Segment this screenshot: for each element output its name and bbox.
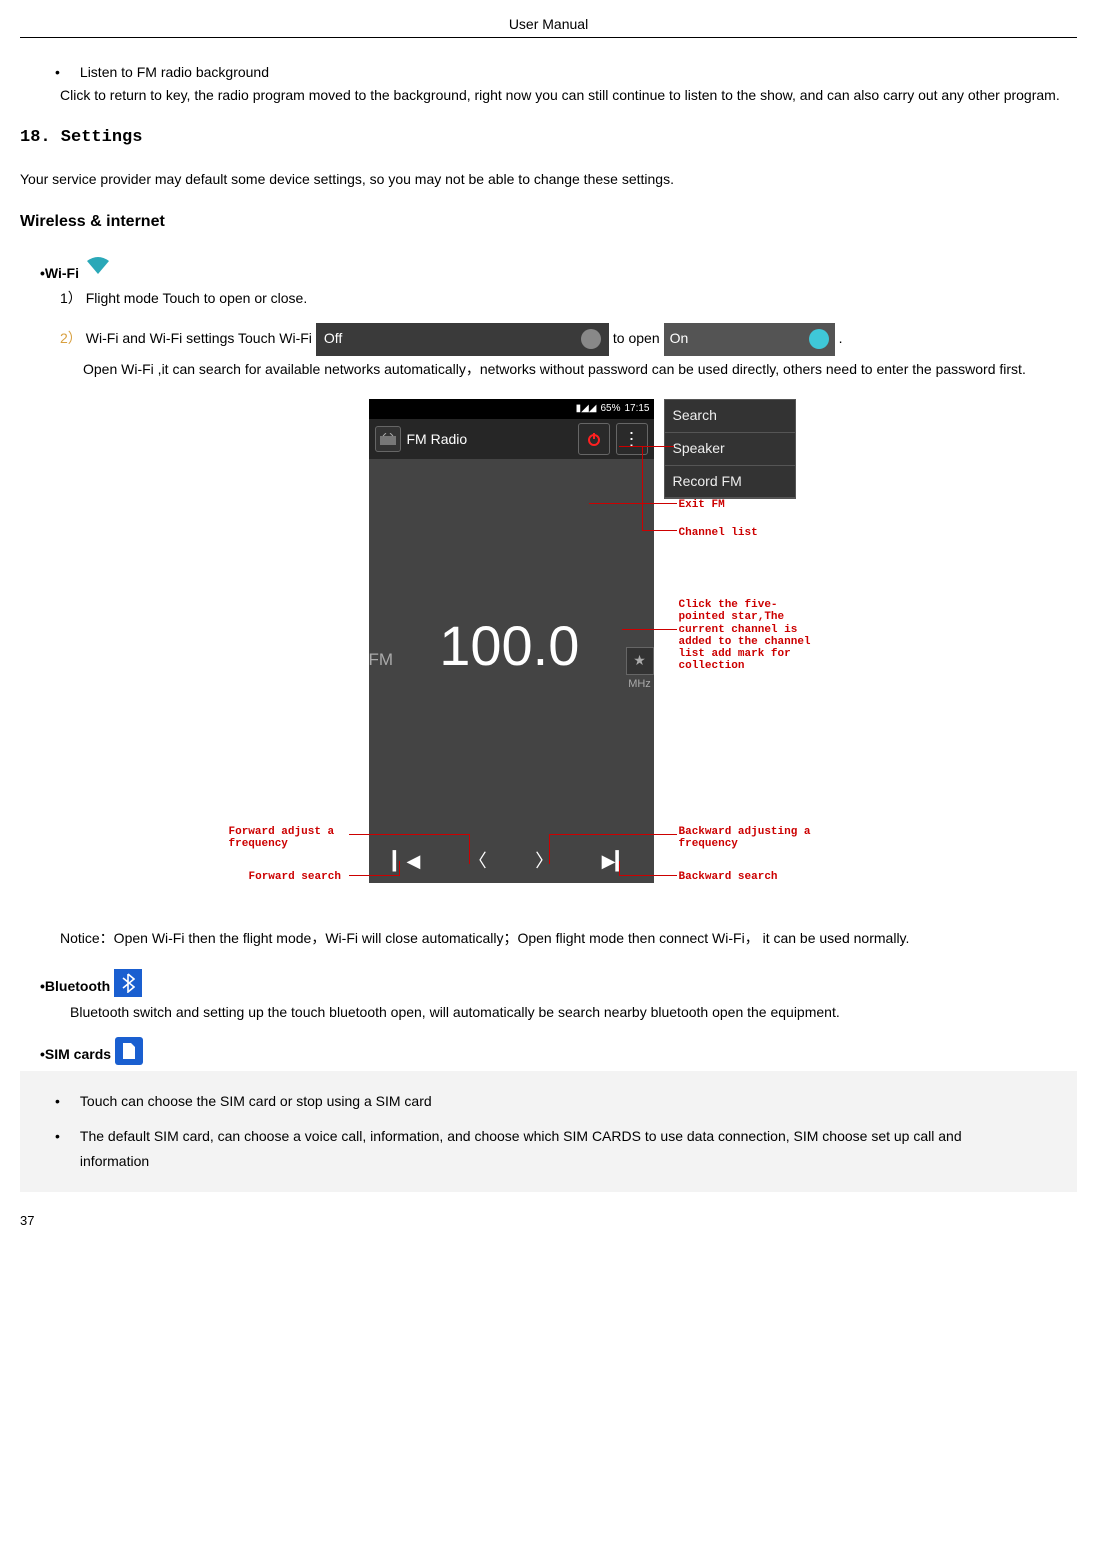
sim-row: •SIM cards: [40, 1037, 1077, 1065]
ann-bwd-adj: Backward adjusting a frequency: [679, 826, 839, 850]
toggle-on-label: On: [670, 329, 689, 349]
sim-bullets: • Touch can choose the SIM card or stop …: [20, 1071, 1077, 1193]
item1-text: Flight mode Touch to open or close.: [86, 290, 308, 306]
prev-search-button[interactable]: ▎◀: [393, 849, 421, 874]
frequency: 100.0: [393, 607, 625, 685]
wireless-heading: Wireless & internet: [20, 211, 1077, 233]
bluetooth-row: •Bluetooth: [40, 969, 1077, 997]
item2-num: 2）: [60, 329, 82, 349]
menu-item-speaker[interactable]: Speaker: [665, 433, 795, 466]
freq-area: FM 100.0 ★ MHz: [369, 459, 654, 839]
sim-b1-text: Touch can choose the SIM card or stop us…: [80, 1089, 432, 1114]
app-title: FM Radio: [407, 430, 572, 450]
menu-item-search[interactable]: Search: [665, 400, 795, 433]
menu-item-record[interactable]: Record FM: [665, 466, 795, 499]
sim-b2-text: The default SIM card, can choose a voice…: [80, 1124, 1020, 1174]
fm-bg-bullet: • Listen to FM radio background: [55, 63, 1077, 83]
phone-frame: ▮◢◢ 65% 17:15 FM Radio ⋮ FM 100.0 ★ MHz: [369, 399, 654, 883]
ann-chlist: Channel list: [679, 527, 758, 539]
item2-end: .: [839, 329, 843, 349]
bullet-dot: •: [55, 1089, 60, 1114]
sim-bullet-2: • The default SIM card, can choose a voi…: [55, 1124, 1077, 1174]
wifi-icon: [79, 252, 113, 284]
ann-fwd-adj: Forward adjust a frequency: [229, 826, 349, 850]
menu-button[interactable]: ⋮: [616, 423, 648, 455]
next-search-button[interactable]: ▶▎: [602, 849, 630, 874]
nav-bar: ▎◀ 〈 〉 ▶▎: [369, 839, 654, 883]
ann-exit: Exit FM: [679, 499, 725, 511]
mhz-label: MHz: [628, 677, 651, 692]
wifi-toggle-on[interactable]: On: [664, 323, 835, 356]
bluetooth-icon: [114, 969, 142, 997]
menu-popup: Search Speaker Record FM: [664, 399, 796, 499]
item2-pre: Wi-Fi and Wi-Fi settings Touch Wi-Fi: [86, 329, 312, 349]
prev-freq-button[interactable]: 〈: [469, 849, 487, 874]
ann-star: Click the five-pointed star,The current …: [679, 599, 824, 672]
fm-bg-desc: Click to return to key, the radio progra…: [60, 86, 1077, 106]
wifi-label: •Wi-Fi: [40, 264, 79, 284]
settings-heading: 18. Settings: [20, 126, 1077, 150]
wifi-row: •Wi-Fi: [40, 252, 1077, 284]
fm-radio-diagram: ▮◢◢ 65% 17:15 FM Radio ⋮ FM 100.0 ★ MHz: [189, 399, 909, 909]
item2-body: Open Wi-Fi ,it can search for available …: [83, 360, 1077, 380]
fm-bg-label: Listen to FM radio background: [80, 63, 269, 83]
wifi-settings-item: 2） Wi-Fi and Wi-Fi settings Touch Wi-Fi …: [60, 323, 1077, 356]
header-title: User Manual: [509, 16, 588, 32]
fm-label: FM: [369, 648, 394, 672]
sim-bullet-1: • Touch can choose the SIM card or stop …: [55, 1089, 1077, 1114]
bullet-dot: •: [55, 1124, 60, 1174]
sim-label: •SIM cards: [40, 1045, 111, 1065]
wifi-notice: Notice：Open Wi-Fi then the flight mode，W…: [60, 929, 1077, 949]
settings-intro: Your service provider may default some d…: [20, 170, 1077, 190]
status-bar: ▮◢◢ 65% 17:15: [369, 399, 654, 419]
wifi-toggle-off[interactable]: Off: [316, 323, 609, 356]
app-bar: FM Radio ⋮: [369, 419, 654, 459]
bluetooth-body: Bluetooth switch and setting up the touc…: [70, 1003, 1077, 1023]
next-freq-button[interactable]: 〉: [535, 849, 553, 874]
clock: 17:15: [624, 402, 649, 416]
sim-icon: [115, 1037, 143, 1065]
favorite-star-button[interactable]: ★: [626, 647, 654, 675]
item1-num: 1）: [60, 290, 82, 306]
fm-app-icon: [375, 426, 401, 452]
bullet-dot: •: [55, 63, 60, 83]
item2-mid: to open: [613, 329, 660, 349]
toggle-off-label: Off: [324, 329, 342, 349]
header: User Manual: [20, 15, 1077, 38]
signal-icon: ▮◢◢: [576, 402, 597, 416]
bluetooth-label: •Bluetooth: [40, 977, 110, 997]
battery-pct: 65%: [600, 402, 620, 416]
flight-mode-item: 1） Flight mode Touch to open or close.: [60, 289, 1077, 309]
ann-fwd-search: Forward search: [249, 871, 341, 883]
power-button[interactable]: [578, 423, 610, 455]
ann-bwd-search: Backward search: [679, 871, 778, 883]
page-number: 37: [20, 1212, 1077, 1230]
